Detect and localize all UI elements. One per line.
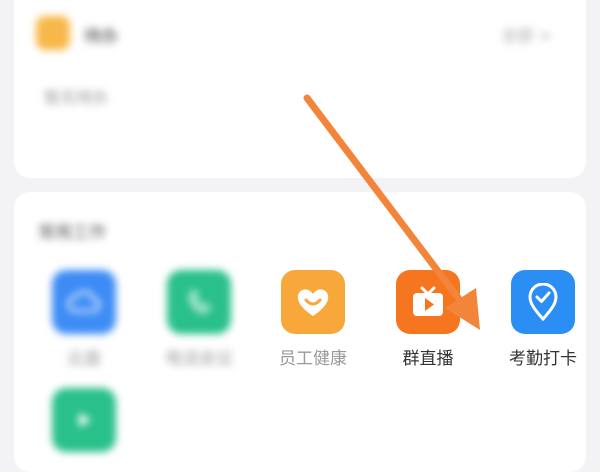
location-check-icon bbox=[511, 270, 575, 334]
todo-title: 待办 bbox=[84, 27, 118, 47]
todo-empty-text: 暂无待办 bbox=[44, 88, 109, 107]
common-apps-card: 常用工作 云盘 电话会议 员工健康 群直播 考勤打卡 bbox=[14, 192, 586, 472]
app-attendance-checkin[interactable]: 考勤打卡 bbox=[488, 270, 598, 369]
app-label: 员工健康 bbox=[279, 349, 347, 369]
app-employee-health[interactable]: 员工健康 bbox=[258, 270, 368, 369]
app-group-live[interactable]: 群直播 bbox=[373, 270, 483, 369]
todo-all-link[interactable]: 全部 > bbox=[502, 22, 553, 46]
app-phone-meeting[interactable]: 电话会议 bbox=[144, 270, 254, 369]
heart-smile-icon bbox=[281, 270, 345, 334]
phone-icon bbox=[167, 270, 231, 334]
app-label: 电话会议 bbox=[165, 349, 233, 369]
todo-card: 待办 全部 > 暂无待办 bbox=[14, 0, 586, 178]
app-icon bbox=[52, 388, 116, 452]
app-cloud-drive[interactable]: 云盘 bbox=[29, 270, 139, 369]
todo-icon bbox=[36, 16, 70, 50]
app-label: 云盘 bbox=[67, 349, 101, 369]
app-unknown[interactable] bbox=[29, 388, 139, 452]
tv-play-icon bbox=[396, 270, 460, 334]
cloud-icon bbox=[52, 270, 116, 334]
section-title: 常用工作 bbox=[38, 223, 106, 243]
app-label: 考勤打卡 bbox=[509, 349, 577, 369]
app-label: 群直播 bbox=[402, 349, 454, 369]
